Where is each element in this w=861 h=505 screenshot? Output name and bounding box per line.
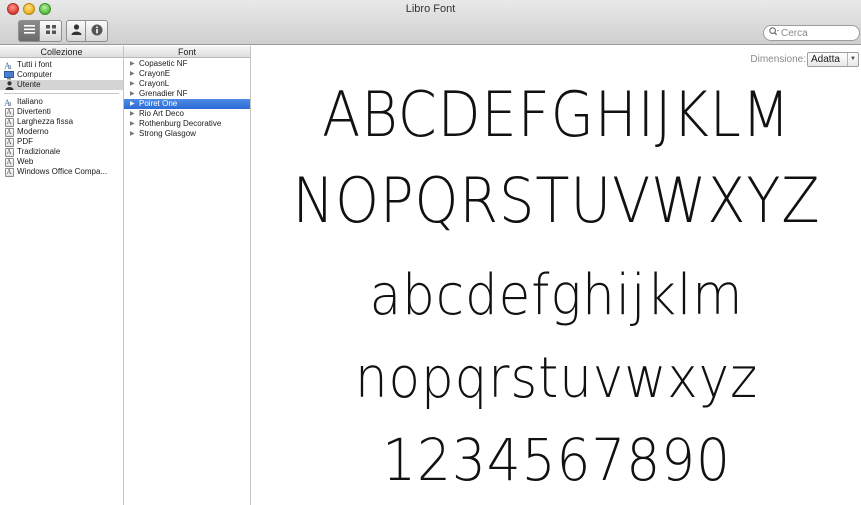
collection-item-windows-office[interactable]: A Windows Office Compa...	[0, 167, 123, 177]
font-collection-icon: A	[4, 137, 14, 147]
all-fonts-icon: Aa	[4, 98, 14, 107]
info-button[interactable]	[86, 20, 108, 42]
collection-label: PDF	[17, 137, 33, 146]
collection-label: Tradizionale	[17, 147, 61, 156]
collection-item-larghezza-fissa[interactable]: A Larghezza fissa	[0, 117, 123, 127]
svg-text:a: a	[8, 99, 12, 107]
collection-item-computer[interactable]: Computer	[0, 70, 123, 80]
disclosure-triangle-icon[interactable]: ▶	[130, 59, 136, 69]
collections-column: Collezione Aa Tutti i font Computer Uten…	[0, 46, 124, 505]
info-icon	[91, 24, 103, 39]
size-select[interactable]: Adatta ▼	[807, 52, 859, 67]
user-icon	[71, 24, 82, 38]
font-item[interactable]: ▶ CrayonE	[124, 69, 250, 79]
collection-item-moderno[interactable]: A Moderno	[0, 127, 123, 137]
user-icon	[4, 80, 14, 90]
grid-view-button[interactable]	[40, 20, 62, 42]
font-label: Rothenburg Decorative	[139, 119, 222, 128]
font-collection-icon: A	[4, 117, 14, 127]
font-item[interactable]: ▶ Grenadier NF	[124, 89, 250, 99]
grid-view-icon	[45, 25, 56, 37]
window-titlebar: Libro Font	[0, 0, 861, 45]
list-view-icon	[23, 25, 35, 37]
collection-item-divertenti[interactable]: A Divertenti	[0, 107, 123, 117]
toolbar-actions	[66, 20, 108, 42]
svg-text:a: a	[8, 62, 12, 70]
font-item[interactable]: ▶ Strong Glasgow	[124, 129, 250, 139]
disclosure-triangle-icon[interactable]: ▶	[130, 129, 136, 139]
font-collection-icon: A	[4, 167, 14, 177]
font-label: Rio Art Deco	[139, 109, 184, 118]
font-label: Grenadier NF	[139, 89, 188, 98]
font-label: Copasetic NF	[139, 59, 188, 68]
collection-label: Moderno	[17, 127, 49, 136]
collection-item-web[interactable]: A Web	[0, 157, 123, 167]
size-label: Dimensione:	[750, 54, 806, 65]
list-view-button[interactable]	[18, 20, 40, 42]
collection-label: Larghezza fissa	[17, 117, 74, 126]
font-label: Strong Glasgow	[139, 129, 196, 138]
font-collection-icon: A	[4, 127, 14, 137]
disclosure-triangle-icon[interactable]: ▶	[130, 109, 136, 119]
font-item[interactable]: ▶ Copasetic NF	[124, 59, 250, 69]
font-item[interactable]: ▶ Rothenburg Decorative	[124, 119, 250, 129]
disclosure-triangle-icon[interactable]: ▶	[130, 69, 136, 79]
size-select-value: Adatta	[811, 54, 840, 65]
collection-label: Tutti i font	[17, 60, 52, 69]
collection-item-pdf[interactable]: A PDF	[0, 137, 123, 147]
sample-digits-line: 1234567890	[382, 426, 731, 494]
fonts-column: Font ▶ Copasetic NF ▶ CrayonE ▶ CrayonL …	[124, 46, 251, 505]
window-title: Libro Font	[405, 3, 456, 15]
font-collection-icon: A	[4, 107, 14, 117]
user-fonts-button[interactable]	[66, 20, 86, 42]
collection-item-user[interactable]: Utente	[0, 80, 123, 90]
font-label: CrayonE	[139, 69, 171, 78]
collections-header[interactable]: Collezione	[0, 46, 123, 58]
collection-item-italiano[interactable]: Aa Italiano	[0, 97, 123, 107]
sample-uppercase-line-2: NOPQRSTUVWXYZ	[292, 164, 821, 237]
collection-label: Web	[17, 157, 34, 166]
search-icon	[769, 27, 779, 39]
disclosure-triangle-icon[interactable]: ▶	[130, 119, 136, 129]
disclosure-triangle-icon[interactable]: ▶	[130, 79, 136, 89]
sample-uppercase-line-1: ABCDEFGHIJKLM	[322, 78, 791, 151]
search-field[interactable]	[763, 25, 860, 41]
all-fonts-icon: Aa	[4, 61, 14, 70]
disclosure-triangle-icon[interactable]: ▶	[130, 99, 136, 109]
font-item-selected[interactable]: ▶ Poiret One	[124, 99, 250, 109]
computer-icon	[4, 70, 14, 80]
view-mode-segmented-control	[18, 20, 62, 42]
font-collection-icon: A	[4, 147, 14, 157]
fonts-header[interactable]: Font	[124, 46, 250, 58]
font-item[interactable]: ▶ Rio Art Deco	[124, 109, 250, 119]
collection-item-tradizionale[interactable]: A Tradizionale	[0, 147, 123, 157]
search-input[interactable]	[781, 27, 851, 39]
font-collection-icon: A	[4, 157, 14, 167]
font-item[interactable]: ▶ CrayonL	[124, 79, 250, 89]
collection-label: Computer	[17, 70, 53, 79]
font-label: CrayonL	[139, 79, 170, 88]
collection-label: Italiano	[17, 97, 43, 106]
collection-label: Windows Office Compa...	[17, 167, 108, 176]
collections-divider	[4, 93, 119, 94]
collection-label: Utente	[17, 80, 41, 89]
collection-item-all-fonts[interactable]: Aa Tutti i font	[0, 60, 123, 70]
collection-label: Divertenti	[17, 107, 51, 116]
sample-lowercase-line-1: abcdefghijklm	[369, 263, 744, 328]
font-label: Poiret One	[139, 99, 178, 108]
chevron-down-icon: ▼	[847, 53, 858, 66]
disclosure-triangle-icon[interactable]: ▶	[130, 89, 136, 99]
font-preview-pane: Dimensione: Adatta ▼ ABCDEFGHIJKLM NOPQR…	[252, 46, 861, 505]
sample-lowercase-line-2: nopqrstuvwxyz	[354, 346, 759, 411]
